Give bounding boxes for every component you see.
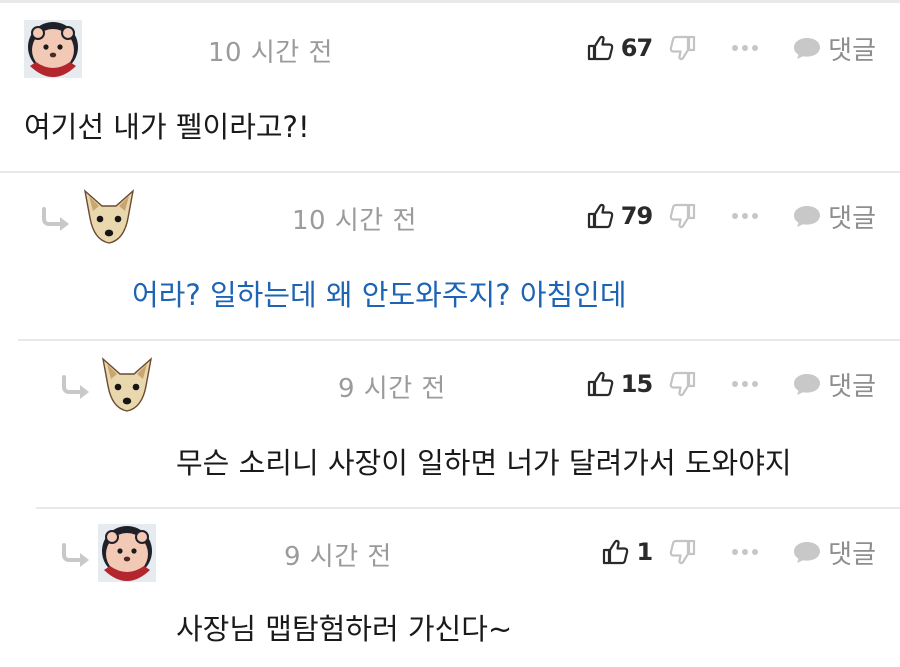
reply-button-label: 댓글 [828, 371, 876, 402]
comment-timestamp: 9 시간 전 [284, 542, 392, 572]
speech-bubble-icon [792, 539, 822, 565]
top-divider [0, 0, 900, 3]
avatar[interactable] [98, 356, 156, 414]
reply-button[interactable]: 댓글 [792, 534, 876, 571]
divider-1 [0, 171, 900, 173]
divider-2 [18, 339, 900, 341]
speech-bubble-icon [792, 203, 822, 229]
more-dots-icon[interactable] [732, 379, 759, 389]
divider-3 [36, 507, 900, 509]
reply-button[interactable]: 댓글 [792, 30, 876, 67]
like-count: 79 [620, 202, 653, 230]
reply-button-label: 댓글 [828, 35, 876, 66]
comment-actions: 79 댓글 [585, 196, 876, 236]
comment-timestamp: 10 시간 전 [292, 206, 417, 236]
comment-actions: 1 댓글 [600, 532, 876, 572]
thumbs-up-icon[interactable] [585, 201, 615, 231]
pink-bear-avatar-icon [98, 524, 156, 582]
thumbs-down-icon[interactable] [668, 369, 698, 399]
comment-timestamp: 10 시간 전 [208, 38, 333, 68]
speech-bubble-icon [792, 371, 822, 397]
reply-button[interactable]: 댓글 [792, 198, 876, 235]
pink-bear-avatar-icon [24, 20, 82, 78]
like-count: 15 [620, 370, 653, 398]
comment-actions: 15 댓글 [585, 364, 876, 404]
thumbs-up-icon[interactable] [585, 33, 615, 63]
avatar[interactable] [24, 20, 82, 78]
reply-button[interactable]: 댓글 [792, 366, 876, 403]
like-count: 67 [620, 34, 653, 62]
more-dots-icon[interactable] [732, 211, 759, 221]
thumbs-up-icon[interactable] [585, 369, 615, 399]
speech-bubble-icon [792, 35, 822, 61]
comment-actions: 67 댓글 [585, 28, 876, 68]
more-dots-icon[interactable] [732, 547, 759, 557]
thumbs-down-icon[interactable] [668, 537, 698, 567]
reply-button-label: 댓글 [828, 203, 876, 234]
thumbs-down-icon[interactable] [668, 33, 698, 63]
comment-text: 어라? 일하는데 왜 안도와주지? 아침인데 [132, 278, 627, 312]
comment-text: 여기선 내가 펠이라고?! [24, 110, 310, 144]
thumbs-down-icon[interactable] [668, 201, 698, 231]
comment-timestamp: 9 시간 전 [338, 374, 446, 404]
thumbs-up-icon[interactable] [600, 537, 630, 567]
reply-arrow-icon [60, 375, 94, 401]
comment-text: 사장님 맵탐험하러 가신다~ [176, 612, 513, 646]
reply-arrow-icon [40, 207, 74, 233]
like-count: 1 [636, 538, 653, 566]
fox-avatar-icon [98, 356, 156, 414]
more-dots-icon[interactable] [732, 43, 759, 53]
comment-text: 무슨 소리니 사장이 일하면 너가 달려가서 도와야지 [176, 446, 792, 480]
reply-arrow-icon [60, 543, 94, 569]
avatar[interactable] [80, 188, 138, 246]
avatar[interactable] [98, 524, 156, 582]
fox-avatar-icon [80, 188, 138, 246]
reply-button-label: 댓글 [828, 539, 876, 570]
